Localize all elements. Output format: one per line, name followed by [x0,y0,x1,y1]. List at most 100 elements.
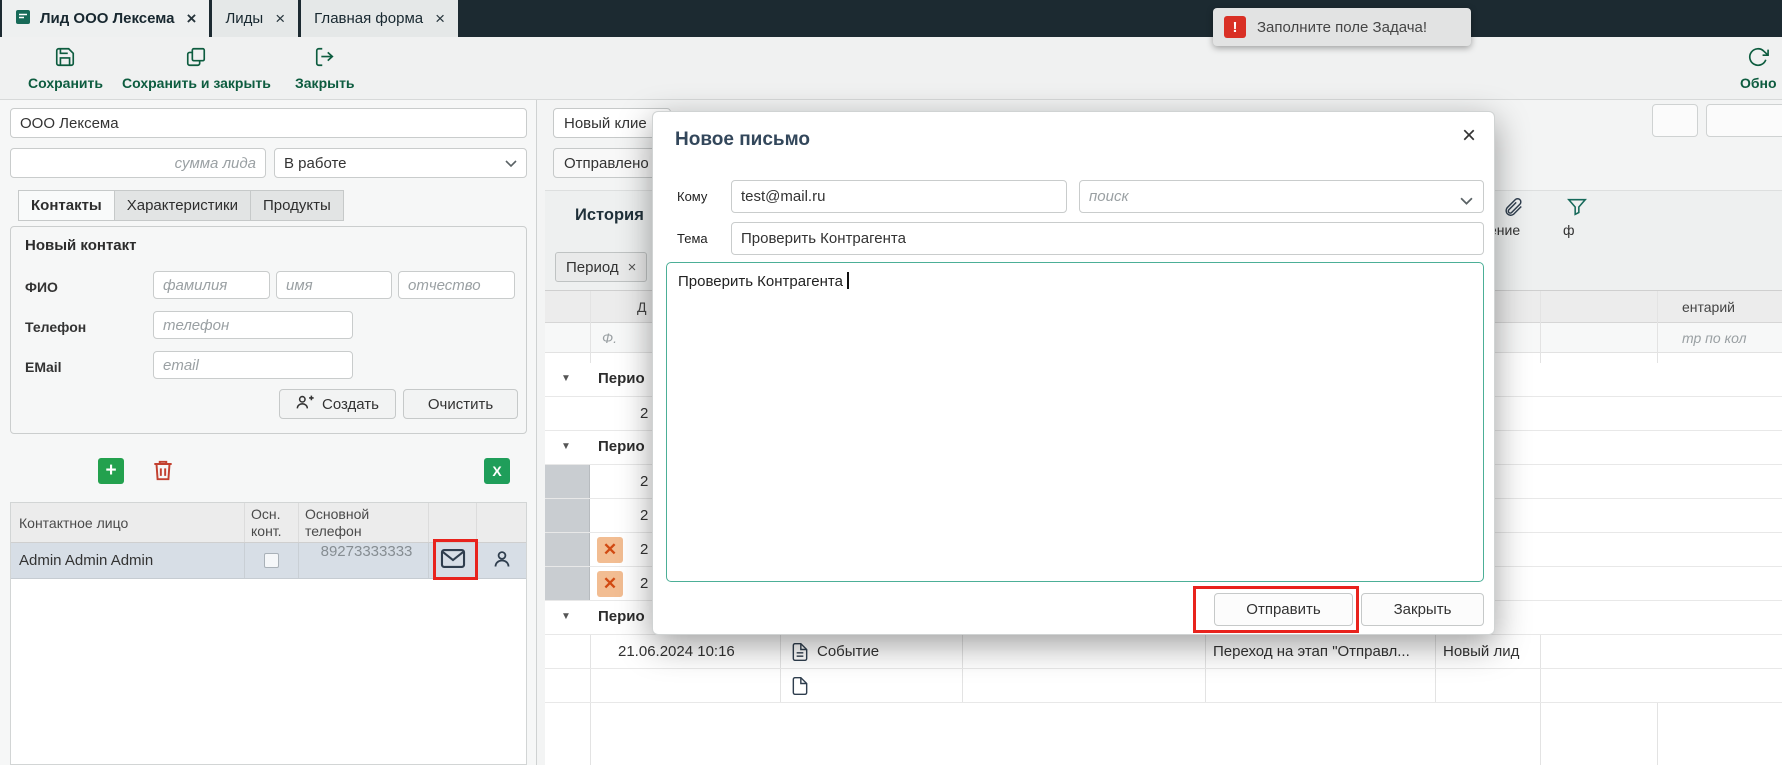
event-stage: Новый лид [1443,643,1519,660]
send-button[interactable]: Отправить [1214,593,1353,626]
tab-characteristics[interactable]: Характеристики [114,190,250,221]
lead-form-panel: В работе Контакты Характеристики Продукт… [0,100,537,765]
envelope-icon[interactable] [440,548,466,573]
col-date-partial: Д [637,299,646,315]
groupbox-title: Новый контакт [25,237,137,254]
subject-input[interactable] [731,222,1484,255]
contact-name: Admin Admin Admin [11,543,245,578]
document-icon [790,675,810,702]
create-contact-button[interactable]: Создать [279,389,396,419]
tab-bar: Лид ООО Лексема × Лиды × Главная форма × [0,0,1782,37]
comment-filter-partial: тр по кол [1682,330,1747,346]
firstname-input[interactable] [276,271,392,299]
text-caret [847,272,849,289]
surname-input[interactable] [153,271,270,299]
lead-sum-input[interactable] [10,148,266,178]
col-person-card [477,503,526,542]
tab-main-form[interactable]: Главная форма × [301,0,458,37]
cancel-x-icon: ✕ [597,537,623,563]
tab-label: Лид ООО Лексема [40,10,175,27]
clear-button[interactable]: Очистить [403,389,518,419]
col-person: Контактное лицо [11,503,245,542]
triangle-down-icon[interactable]: ▼ [561,611,571,622]
refresh-button[interactable]: Обно [1740,46,1777,91]
toast-message: Заполните поле Задача! [1257,19,1427,36]
period-filter-chip[interactable]: Период × [555,252,647,282]
lead-subtabs: Контакты Характеристики Продукты [18,190,344,221]
email-input[interactable] [153,351,353,379]
event-date: 21.06.2024 10:16 [618,643,735,660]
contact-row[interactable]: Admin Admin Admin 89273333333 [11,543,526,579]
lead-status-value: В работе [284,155,347,172]
close-icon[interactable]: × [1462,122,1476,150]
attachment-icon[interactable] [1502,196,1524,223]
main-toolbar: Сохранить Сохранить и закрыть Закрыть Об… [0,37,1782,100]
dialog-title: Новое письмо [675,129,810,151]
stage-sent-label[interactable]: Отправлено [553,148,657,178]
history-row[interactable] [545,669,1782,703]
close-form-button[interactable]: Закрыть [295,46,355,91]
close-form-label: Закрыть [295,75,355,91]
phone-label: Телефон [25,319,86,335]
col-main-contact: Осн. конт. [245,503,299,542]
close-dialog-button[interactable]: Закрыть [1361,593,1484,626]
event-comment: Переход на этап "Отправл... [1213,643,1410,660]
main-contact-checkbox[interactable] [264,553,279,568]
phone-input[interactable] [153,311,353,339]
close-icon[interactable]: × [187,10,197,27]
fio-label: ФИО [25,279,58,295]
tab-contacts[interactable]: Контакты [18,190,114,221]
chevron-down-icon[interactable] [1460,193,1473,211]
col-mail [429,503,477,542]
lead-name-input[interactable] [10,108,527,138]
col-comment-partial: ентарий [1682,299,1735,315]
recipient-search-input[interactable] [1079,180,1484,213]
cut-button[interactable] [1706,104,1782,137]
delete-row-button[interactable] [150,457,176,489]
tab-products[interactable]: Продукты [250,190,344,221]
col-main-phone: Основной телефон [299,503,429,542]
recipient-search-combo[interactable] [1079,180,1484,213]
cancel-x-icon: ✕ [597,571,623,597]
document-icon [790,641,810,668]
app-window: Лид ООО Лексема × Лиды × Главная форма ×… [0,0,1782,765]
close-icon[interactable]: × [275,10,285,27]
close-icon[interactable]: × [628,259,637,276]
email-label: EMail [25,359,62,375]
person-card-cell [477,543,526,578]
person-add-icon [296,393,315,415]
date-filter-partial: Ф. [602,330,617,346]
event-type: Событие [817,643,879,660]
close-icon[interactable]: × [435,10,445,27]
save-button[interactable]: Сохранить [28,46,103,91]
filter-label-partial: ф [1563,222,1575,238]
triangle-down-icon[interactable]: ▼ [561,441,571,452]
lead-status-select[interactable]: В работе [274,148,527,178]
triangle-down-icon[interactable]: ▼ [561,373,571,384]
save-and-close-button[interactable]: Сохранить и закрыть [122,46,271,91]
save-close-label: Сохранить и закрыть [122,75,271,91]
cut-button[interactable] [1652,104,1698,137]
excel-export-button[interactable]: X [484,458,510,484]
save-close-icon [185,46,207,71]
history-title: История [575,206,644,225]
filter-icon[interactable] [1566,196,1588,223]
refresh-label: Обно [1740,75,1777,91]
patronymic-input[interactable] [398,271,515,299]
tab-leads[interactable]: Лиды × [212,0,298,37]
add-row-button[interactable]: + [98,458,124,484]
form-icon [15,9,31,29]
history-event-row[interactable]: 21.06.2024 10:16 Событие Переход на этап… [545,635,1782,669]
exit-icon [314,46,336,71]
chevron-down-icon [505,155,517,172]
tab-label: Лиды [225,10,263,27]
new-contact-groupbox: Новый контакт ФИО Телефон EMail Создать … [10,226,527,434]
person-icon[interactable] [492,549,512,573]
mail-body-editor[interactable]: Проверить Контрагента [666,262,1484,582]
to-input[interactable] [731,180,1067,213]
tab-lead[interactable]: Лид ООО Лексема × [2,0,209,37]
contact-phone: 89273333333 [299,543,429,578]
send-mail-cell [429,543,477,578]
refresh-icon [1747,46,1769,71]
validation-toast: ! Заполните поле Задача! [1213,8,1471,46]
